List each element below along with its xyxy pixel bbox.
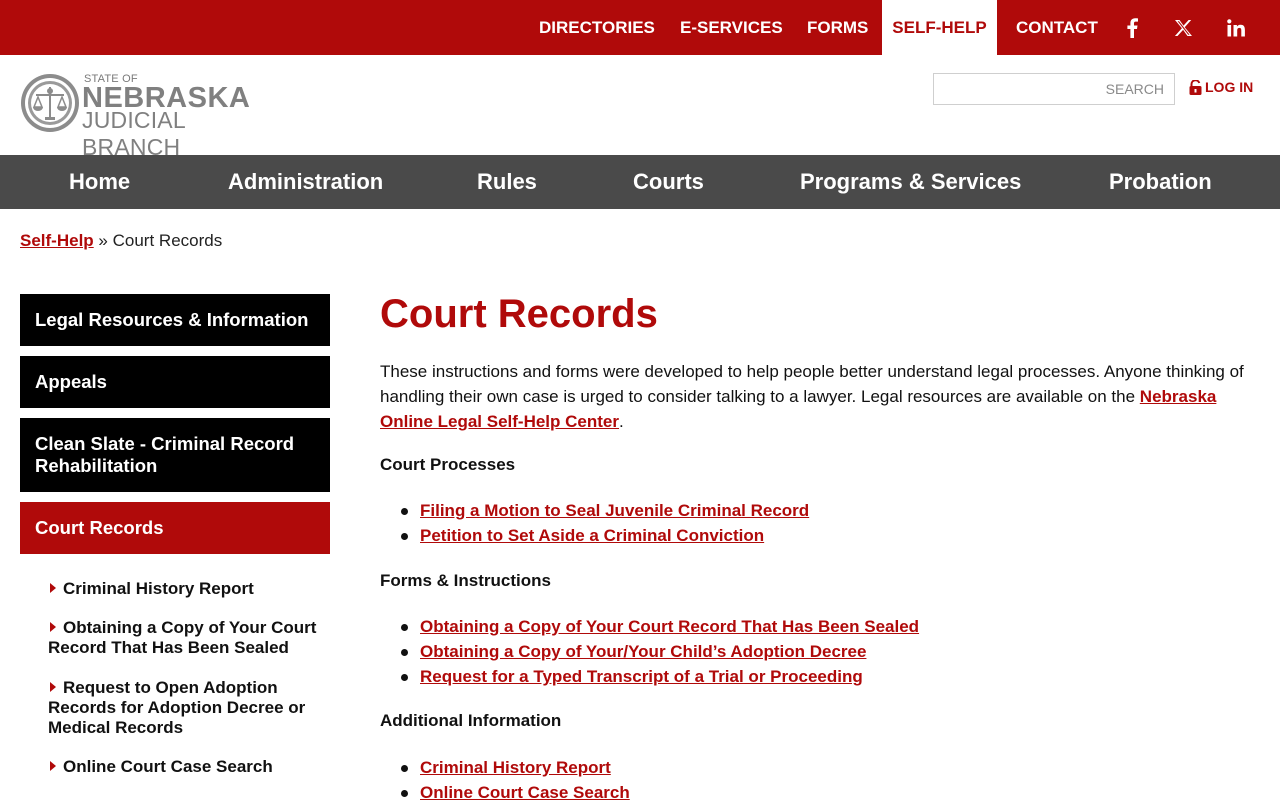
lock-icon	[1189, 79, 1202, 95]
main-navigation: Home Administration Rules Courts Program…	[0, 155, 1280, 209]
top-utility-bar: DIRECTORIES E-SERVICES FORMS SELF-HELP C…	[0, 0, 1280, 55]
topnav-directories[interactable]: DIRECTORIES	[539, 0, 655, 55]
breadcrumb-separator: »	[98, 231, 108, 250]
state-seal-icon	[21, 74, 79, 132]
mainnav-rules[interactable]: Rules	[477, 155, 537, 209]
additional-info-list: Criminal History Report Online Court Cas…	[400, 755, 630, 800]
sidebar-subitem-sealed-record[interactable]: Obtaining a Copy of Your Court Record Th…	[48, 618, 318, 658]
caret-right-icon	[50, 761, 56, 771]
section-heading-court-processes: Court Processes	[380, 455, 516, 474]
x-icon[interactable]	[1170, 0, 1196, 55]
list-item: Online Court Case Search	[400, 780, 630, 800]
site-logo[interactable]: STATE OF NEBRASKA JUDICIAL BRANCH	[20, 72, 280, 160]
search-input[interactable]	[933, 73, 1175, 105]
subitem-label: Online Court Case Search	[63, 757, 273, 776]
link-criminal-history-report[interactable]: Criminal History Report	[420, 758, 611, 777]
sidebar-item-clean-slate[interactable]: Clean Slate - Criminal Record Rehabilita…	[20, 418, 330, 492]
link-motion-seal-juvenile[interactable]: Filing a Motion to Seal Juvenile Crimina…	[420, 501, 809, 520]
topnav-selfhelp[interactable]: SELF-HELP	[882, 0, 997, 55]
list-item: Obtaining a Copy of Your Court Record Th…	[400, 614, 919, 639]
forms-instructions-list: Obtaining a Copy of Your Court Record Th…	[400, 614, 919, 689]
subitem-label: Criminal History Report	[63, 579, 254, 598]
mainnav-administration[interactable]: Administration	[228, 155, 383, 209]
link-copy-sealed-record[interactable]: Obtaining a Copy of Your Court Record Th…	[420, 617, 919, 636]
list-item: Request for a Typed Transcript of a Tria…	[400, 664, 919, 689]
linkedin-icon[interactable]	[1223, 0, 1249, 55]
intro-paragraph: These instructions and forms were develo…	[380, 359, 1270, 434]
mainnav-programs-services[interactable]: Programs & Services	[800, 155, 1021, 209]
sidebar-item-court-records[interactable]: Court Records	[20, 502, 330, 554]
caret-right-icon	[50, 622, 56, 632]
subitem-label: Request to Open Adoption Records for Ado…	[48, 678, 306, 737]
list-item: Criminal History Report	[400, 755, 630, 780]
list-item: Filing a Motion to Seal Juvenile Crimina…	[400, 498, 809, 523]
link-set-aside-conviction[interactable]: Petition to Set Aside a Criminal Convict…	[420, 526, 764, 545]
intro-text: These instructions and forms were develo…	[380, 362, 1244, 406]
topnav-contact[interactable]: CONTACT	[1016, 0, 1098, 55]
link-online-case-search[interactable]: Online Court Case Search	[420, 783, 630, 800]
sidebar-subitem-case-search[interactable]: Online Court Case Search	[48, 757, 318, 777]
logo-judicial-branch: JUDICIAL BRANCH	[82, 107, 185, 160]
link-adoption-decree[interactable]: Obtaining a Copy of Your/Your Child’s Ad…	[420, 642, 866, 661]
page-title: Court Records	[380, 292, 658, 336]
login-link[interactable]: LOG IN	[1189, 77, 1253, 97]
login-label: LOG IN	[1205, 79, 1254, 95]
list-item: Petition to Set Aside a Criminal Convict…	[400, 523, 809, 548]
list-item: Obtaining a Copy of Your/Your Child’s Ad…	[400, 639, 919, 664]
sidebar-subitem-criminal-history[interactable]: Criminal History Report	[48, 579, 318, 599]
caret-right-icon	[50, 583, 56, 593]
link-typed-transcript[interactable]: Request for a Typed Transcript of a Tria…	[420, 667, 863, 686]
subitem-label: Obtaining a Copy of Your Court Record Th…	[48, 618, 317, 657]
breadcrumb-selfhelp-link[interactable]: Self-Help	[20, 231, 94, 250]
court-processes-list: Filing a Motion to Seal Juvenile Crimina…	[400, 498, 809, 548]
breadcrumb-current: Court Records	[112, 231, 223, 250]
intro-end: .	[619, 412, 624, 431]
sidebar-subitem-adoption-records[interactable]: Request to Open Adoption Records for Ado…	[48, 678, 318, 738]
sidebar-item-appeals[interactable]: Appeals	[20, 356, 330, 408]
section-heading-forms-instructions: Forms & Instructions	[380, 571, 551, 590]
section-heading-additional-info: Additional Information	[380, 711, 562, 730]
caret-right-icon	[50, 682, 56, 692]
topnav-forms[interactable]: FORMS	[807, 0, 868, 55]
mainnav-home[interactable]: Home	[69, 155, 130, 209]
sidebar-item-legal-resources[interactable]: Legal Resources & Information	[20, 294, 330, 346]
facebook-icon[interactable]	[1120, 0, 1144, 55]
mainnav-probation[interactable]: Probation	[1109, 155, 1212, 209]
topnav-eservices[interactable]: E-SERVICES	[680, 0, 783, 55]
breadcrumb: Self-Help » Court Records	[20, 231, 222, 251]
mainnav-courts[interactable]: Courts	[633, 155, 704, 209]
